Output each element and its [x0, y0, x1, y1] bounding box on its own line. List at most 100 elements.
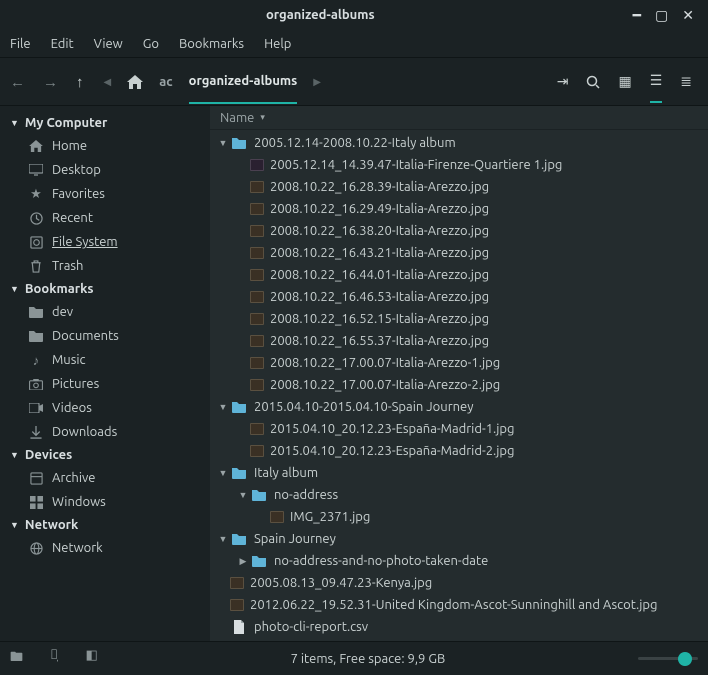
sidebar-item-recent[interactable]: Recent	[0, 206, 210, 230]
file-row[interactable]: 2008.10.22_17.00.07-Italia-Arezzo-1.jpg	[210, 352, 708, 374]
sidebar-item-label: Pictures	[52, 377, 99, 391]
triangle-down-icon: ▼	[10, 450, 19, 460]
sidebar-item-network[interactable]: Network	[0, 536, 210, 560]
image-icon	[250, 181, 264, 193]
sidebar-item-label: Trash	[52, 259, 83, 273]
file-row[interactable]: 2008.10.22_16.29.49-Italia-Arezzo.jpg	[210, 198, 708, 220]
back-icon[interactable]: ←	[10, 73, 25, 91]
home-icon[interactable]	[127, 75, 143, 89]
sidebar-item-label: Recent	[52, 211, 93, 225]
menu-help[interactable]: Help	[264, 37, 291, 51]
minimize-icon[interactable]: ━	[633, 7, 641, 24]
sidebar-item-videos[interactable]: Videos	[0, 396, 210, 420]
menu-go[interactable]: Go	[143, 37, 159, 51]
file-row[interactable]: 2005.08.13_09.47.23-Kenya.jpg	[210, 572, 708, 594]
chevron-left-icon[interactable]: ◀	[104, 76, 112, 88]
forward-icon[interactable]: →	[43, 73, 58, 91]
folder-icon	[230, 465, 248, 481]
trash-icon	[28, 258, 44, 274]
sidebar-item-music[interactable]: ♪Music	[0, 348, 210, 372]
music-icon: ♪	[28, 352, 44, 368]
folder-row[interactable]: ▼2005.12.14-2008.10.22-Italy album	[210, 132, 708, 154]
view-list-icon[interactable]: ☰	[650, 72, 663, 103]
file-row[interactable]: 2015.04.10_20.12.23-España-Madrid-1.jpg	[210, 418, 708, 440]
menu-view[interactable]: View	[94, 37, 123, 51]
toolbar-right: ⇥ ▦ ☰ ≣	[557, 60, 698, 103]
sidebar-item-documents[interactable]: Documents	[0, 324, 210, 348]
folder-row[interactable]: ▼ 2015.04.10-2015.04.10-Spain Journey	[210, 396, 708, 418]
folder-icon	[28, 328, 44, 344]
sidebar-section[interactable]: ▼Bookmarks	[0, 278, 210, 300]
file-row[interactable]: 2008.10.22_16.55.37-Italia-Arezzo.jpg	[210, 330, 708, 352]
file-row[interactable]: IMG_2371.jpg	[210, 506, 708, 528]
view-grid-icon[interactable]: ▦	[618, 73, 631, 90]
collapse-icon[interactable]: ▼	[216, 402, 230, 412]
close-sidebar-icon[interactable]: ◧	[86, 648, 98, 670]
archive-icon	[28, 470, 44, 486]
item-name-label: 2005.08.13_09.47.23-Kenya.jpg	[250, 576, 432, 590]
breadcrumb-current[interactable]: organized-albums	[189, 74, 298, 104]
treeview-toggle-icon[interactable]: 🖿̩	[51, 648, 58, 670]
sidebar-section[interactable]: ▼Devices	[0, 444, 210, 466]
collapse-icon[interactable]: ▼	[216, 138, 230, 148]
item-name-label: 2012.06.22_19.52.31-United Kingdom-Ascot…	[250, 598, 657, 612]
menu-file[interactable]: File	[10, 37, 31, 51]
menu-bookmarks[interactable]: Bookmarks	[179, 37, 244, 51]
search-icon[interactable]	[586, 75, 600, 89]
view-compact-icon[interactable]: ≣	[680, 73, 692, 90]
sidebar-item-label: Archive	[52, 471, 95, 485]
expand-icon[interactable]: ▶	[236, 556, 250, 567]
sidebar-section[interactable]: ▼Network	[0, 514, 210, 536]
sidebar-item-trash[interactable]: Trash	[0, 254, 210, 278]
collapse-icon[interactable]: ▼	[216, 468, 230, 478]
folder-row[interactable]: ▼Italy album	[210, 462, 708, 484]
image-icon	[250, 291, 264, 303]
file-row[interactable]: 2008.10.22_16.52.15-Italia-Arezzo.jpg	[210, 308, 708, 330]
collapse-icon[interactable]: ▼	[236, 490, 250, 500]
folder-icon	[230, 399, 248, 415]
image-icon	[250, 357, 264, 369]
sidebar-item-file-system[interactable]: File System	[0, 230, 210, 254]
file-row[interactable]: 2008.10.22_17.00.07-Italia-Arezzo-2.jpg	[210, 374, 708, 396]
file-row[interactable]: 2015.04.10_20.12.23-España-Madrid-2.jpg	[210, 440, 708, 462]
sidebar-section[interactable]: ▼My Computer	[0, 112, 210, 134]
item-name-label: 2008.10.22_16.44.01-Italia-Arezzo.jpg	[270, 268, 489, 282]
sidebar-item-desktop[interactable]: Desktop	[0, 158, 210, 182]
chevron-right-icon[interactable]: ▶	[313, 76, 321, 88]
image-icon	[250, 203, 264, 215]
sidebar-item-home[interactable]: Home	[0, 134, 210, 158]
file-row[interactable]: 2012.06.22_19.52.31-United Kingdom-Ascot…	[210, 594, 708, 616]
sidebar-item-label: Home	[52, 139, 87, 153]
folder-row[interactable]: ▼Spain Journey	[210, 528, 708, 550]
folder-row[interactable]: ▶no-address-and-no-photo-taken-date	[210, 550, 708, 572]
zoom-slider[interactable]	[638, 657, 698, 660]
location-toggle-icon[interactable]: ⇥	[557, 73, 569, 90]
zoom-thumb[interactable]	[678, 652, 692, 666]
column-header-name[interactable]: Name ▾	[210, 106, 708, 130]
up-icon[interactable]: ↑	[76, 73, 84, 91]
item-name-label: 2015.04.10-2015.04.10-Spain Journey	[254, 400, 474, 414]
image-icon	[250, 247, 264, 259]
collapse-icon[interactable]: ▼	[216, 534, 230, 544]
file-row[interactable]: 2008.10.22_16.43.21-Italia-Arezzo.jpg	[210, 242, 708, 264]
sidebar-item-dev[interactable]: dev	[0, 300, 210, 324]
sidebar-item-pictures[interactable]: Pictures	[0, 372, 210, 396]
triangle-down-icon: ▼	[10, 520, 19, 530]
folder-row[interactable]: ▼no-address	[210, 484, 708, 506]
file-row[interactable]: photo-cli-report.csv	[210, 616, 708, 638]
sidebar-item-favorites[interactable]: ★Favorites	[0, 182, 210, 206]
sidebar-item-downloads[interactable]: Downloads	[0, 420, 210, 444]
file-row[interactable]: 2008.10.22_16.46.53-Italia-Arezzo.jpg	[210, 286, 708, 308]
sidebar-item-archive[interactable]: Archive	[0, 466, 210, 490]
places-toggle-icon[interactable]: 🖿	[10, 648, 23, 670]
folder-icon	[250, 553, 268, 569]
file-row[interactable]: 2008.10.22_16.38.20-Italia-Arezzo.jpg	[210, 220, 708, 242]
sidebar-item-windows[interactable]: Windows	[0, 490, 210, 514]
file-row[interactable]: 2008.10.22_16.28.39-Italia-Arezzo.jpg	[210, 176, 708, 198]
menu-edit[interactable]: Edit	[51, 37, 74, 51]
breadcrumb-home[interactable]: ac	[159, 75, 172, 103]
file-row[interactable]: 2005.12.14_14.39.47-Italia-Firenze-Quart…	[210, 154, 708, 176]
maximize-icon[interactable]: ▢	[655, 7, 668, 24]
file-row[interactable]: 2008.10.22_16.44.01-Italia-Arezzo.jpg	[210, 264, 708, 286]
close-icon[interactable]: ✕	[682, 7, 694, 24]
